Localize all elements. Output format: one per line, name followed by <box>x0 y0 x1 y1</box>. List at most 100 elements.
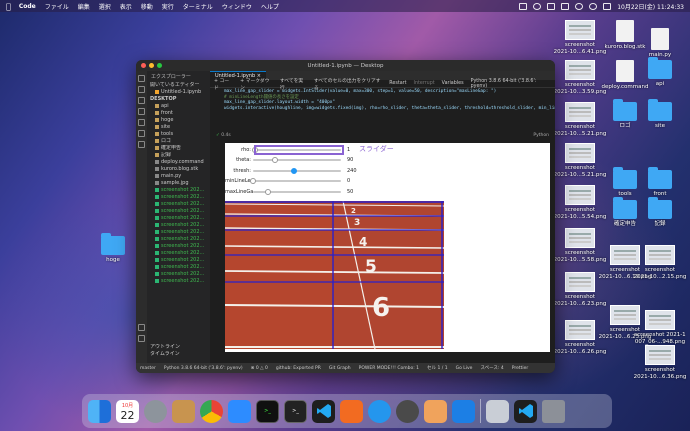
variables-button[interactable]: Variables <box>442 81 464 86</box>
run-debug-icon[interactable] <box>138 108 145 115</box>
slider-track[interactable] <box>253 167 341 174</box>
file-tree-item[interactable]: 確定申告 <box>147 145 210 152</box>
settings-gear-icon[interactable] <box>138 335 145 342</box>
status-branch[interactable]: master <box>140 366 156 371</box>
quicktime-icon[interactable] <box>396 399 419 423</box>
file-tree-item[interactable]: 記録 <box>147 152 210 159</box>
file-tree-item[interactable]: screenshot 202... <box>147 194 210 201</box>
code-cell[interactable]: max_line_gap_slider = widgets.IntSlider(… <box>210 88 555 132</box>
desktop-icon-folder[interactable]: api <box>630 57 690 88</box>
file-tree-item[interactable]: api <box>147 103 210 110</box>
screenshot-icon[interactable] <box>486 399 509 423</box>
desktop-icon-folder[interactable]: site <box>630 99 690 130</box>
slider-handle[interactable] <box>272 157 278 163</box>
contacts-icon[interactable] <box>172 399 195 423</box>
menu-help[interactable]: ヘルプ <box>261 2 279 11</box>
menu-terminal[interactable]: ターミナル <box>183 2 213 11</box>
file-tree-item[interactable]: screenshot 202... <box>147 264 210 271</box>
desktop-icon-shot[interactable]: screenshot 2021-10...6.26.png <box>550 320 610 356</box>
status-cell[interactable]: セル 1 / 1 <box>427 365 448 371</box>
menu-go[interactable]: 移動 <box>141 2 153 11</box>
file-tree-item[interactable]: screenshot 202... <box>147 187 210 194</box>
search-icon[interactable] <box>138 86 145 93</box>
file-tree-item[interactable]: screenshot 202... <box>147 222 210 229</box>
menu-view[interactable]: 表示 <box>120 2 132 11</box>
menu-app-name[interactable]: Code <box>19 3 36 10</box>
preview-icon[interactable] <box>424 399 447 423</box>
desktop-icon-shot[interactable]: screenshot 2021-1 007_06-...948.png <box>630 310 690 346</box>
finder-icon[interactable] <box>88 399 111 423</box>
file-tree-item[interactable]: screenshot 202... <box>147 257 210 264</box>
slider-track[interactable] <box>253 157 341 163</box>
file-tree-item[interactable]: hoge <box>147 117 210 124</box>
restart-button[interactable]: Restart <box>389 81 406 86</box>
open-editor-item[interactable]: Untitled-1.ipynb <box>147 89 210 96</box>
battery-icon[interactable] <box>561 2 570 10</box>
activity-monitor-icon[interactable] <box>340 399 363 423</box>
file-tree-item[interactable]: screenshot 202... <box>147 201 210 208</box>
file-tree-item[interactable]: screenshot 202... <box>147 236 210 243</box>
extensions-icon[interactable] <box>138 119 145 126</box>
file-tree-item[interactable]: screenshot 202... <box>147 271 210 278</box>
file-tree-item[interactable]: screenshot 202... <box>147 250 210 257</box>
source-control-icon[interactable] <box>138 97 145 104</box>
iterm-icon[interactable]: >_ <box>256 399 279 423</box>
file-tree-item[interactable]: screenshot 202... <box>147 229 210 236</box>
open-editors-header[interactable]: 開いているエディター <box>147 82 210 89</box>
file-tree-item[interactable]: front <box>147 110 210 117</box>
status-interpreter[interactable]: Python 3.8.6 64-bit ('3.8.6': pyenv) <box>164 366 243 371</box>
desktop-folder-hoge[interactable]: hoge <box>83 233 143 264</box>
desktop-icon-doc[interactable]: main.py <box>630 28 690 59</box>
wifi-icon[interactable] <box>575 2 584 10</box>
desktop-icon-shot[interactable]: screenshot 2021-10...6.36.png <box>630 345 690 381</box>
docker-icon[interactable] <box>138 130 145 137</box>
menu-edit[interactable]: 編集 <box>78 2 90 11</box>
remote-icon[interactable] <box>138 141 145 148</box>
file-tree-item[interactable]: ロゴ <box>147 138 210 145</box>
vscode-icon[interactable] <box>312 399 335 423</box>
zoom-icon[interactable] <box>228 399 251 423</box>
desktop-section-header[interactable]: DESKTOP <box>147 96 210 103</box>
vscode-2-icon[interactable] <box>514 399 537 423</box>
status-circle-icon[interactable] <box>533 2 542 10</box>
status-git-graph[interactable]: Git Graph <box>329 366 351 371</box>
desktop-icon-shot[interactable]: screenshot 2021-10...2.15.png <box>630 245 690 281</box>
cell-language[interactable]: Python <box>533 133 549 138</box>
slider-handle[interactable] <box>250 178 256 184</box>
file-tree-item[interactable]: screenshot 202... <box>147 278 210 285</box>
slider-handle[interactable] <box>291 167 298 174</box>
calendar-icon[interactable]: 10月 22 <box>116 399 139 423</box>
menu-clock[interactable]: 10月22日(金) 11:24:33 <box>617 2 684 11</box>
timeline-section[interactable]: タイムライン <box>147 351 210 358</box>
kernel-selector[interactable]: Python 3.8.6 64-bit ('3.8.6': pyenv) <box>471 79 551 89</box>
infinity-icon[interactable] <box>452 399 475 423</box>
search-icon[interactable] <box>589 2 598 10</box>
desktop-icon-shot[interactable]: screenshot 2021-10...6.23.png <box>550 272 610 308</box>
apple-icon[interactable]:  <box>6 2 11 11</box>
status-problems[interactable]: ⊗ 0 △ 0 <box>251 366 268 371</box>
status-go-live[interactable]: Go Live <box>456 366 473 371</box>
docker-icon[interactable] <box>368 399 391 423</box>
file-tree-item[interactable]: site <box>147 124 210 131</box>
slider-handle[interactable] <box>264 188 271 195</box>
account-icon[interactable] <box>138 324 145 331</box>
status-spaces[interactable]: スペース: 4 <box>480 365 503 371</box>
status-menu-icon[interactable] <box>519 2 528 10</box>
slider-track[interactable] <box>250 178 341 184</box>
terminal-icon[interactable]: >_ <box>284 399 307 423</box>
interrupt-button[interactable]: Interrupt <box>414 81 435 86</box>
system-preferences-icon[interactable] <box>144 399 167 423</box>
file-tree-item[interactable]: screenshot 202... <box>147 208 210 215</box>
trash-icon[interactable] <box>542 399 565 423</box>
dropbox-icon[interactable] <box>547 2 556 10</box>
file-tree-item[interactable]: screenshot 202... <box>147 243 210 250</box>
file-tree-item[interactable]: tools <box>147 131 210 138</box>
control-center-icon[interactable] <box>603 2 612 10</box>
chrome-icon[interactable] <box>200 399 223 423</box>
file-tree-item[interactable]: kuroro.blog.stk <box>147 166 210 173</box>
desktop-icon-folder[interactable]: 記録 <box>630 197 690 228</box>
status-prettier[interactable]: Prettier <box>512 366 529 371</box>
menu-run[interactable]: 実行 <box>162 2 174 11</box>
menu-file[interactable]: ファイル <box>45 2 69 11</box>
desktop-icon-folder[interactable]: front <box>630 167 690 198</box>
